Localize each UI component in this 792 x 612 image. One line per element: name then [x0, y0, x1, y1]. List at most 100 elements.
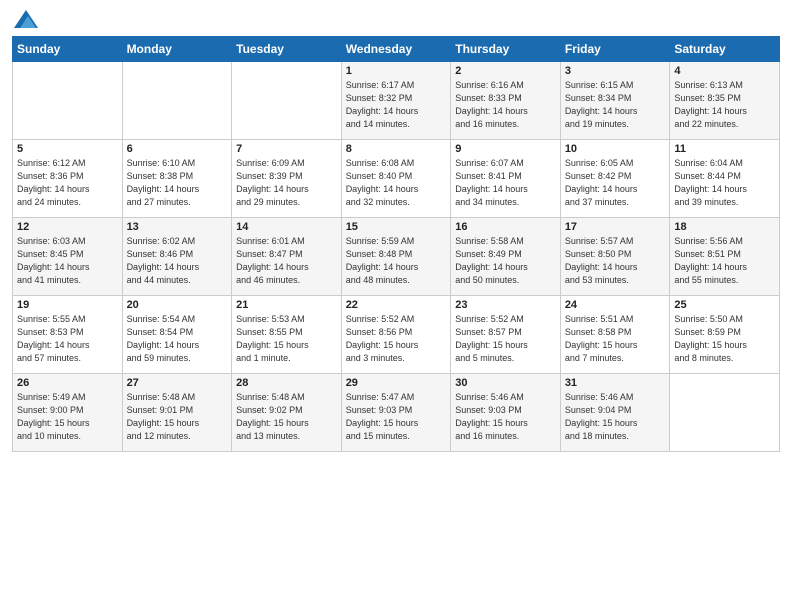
day-info: Sunrise: 5:48 AMSunset: 9:02 PMDaylight:…	[236, 391, 337, 443]
calendar-cell: 1 Sunrise: 6:17 AMSunset: 8:32 PMDaylight…	[341, 62, 451, 140]
calendar-cell: 24Sunrise: 5:51 AMSunset: 8:58 PMDayligh…	[560, 296, 670, 374]
day-number: 17	[565, 221, 666, 233]
calendar-cell: 29 Sunrise: 5:47 AMSunset: 9:03 PMDayligh…	[341, 374, 451, 452]
calendar-cell: 8 Sunrise: 6:08 AMSunset: 8:40 PMDaylight…	[341, 140, 451, 218]
day-number: 11	[674, 143, 775, 155]
day-number: 2	[455, 65, 556, 77]
day-number: 19	[17, 299, 118, 311]
day-number: 18	[674, 221, 775, 233]
day-number: 3	[565, 65, 666, 77]
calendar-cell	[13, 62, 123, 140]
day-number: 16	[455, 221, 556, 233]
calendar-cell: 11 Sunrise: 6:04 AMSunset: 8:44 PMDayligh…	[670, 140, 780, 218]
day-number: 9	[455, 143, 556, 155]
day-number: 13	[127, 221, 228, 233]
calendar-cell: 16Sunrise: 5:58 AMSunset: 8:49 PMDayligh…	[451, 218, 561, 296]
calendar-week-row: 26 Sunrise: 5:49 AMSunset: 9:00 PMDayligh…	[13, 374, 780, 452]
day-info: Sunrise: 5:57 AMSunset: 8:50 PMDaylight:…	[565, 235, 666, 287]
day-number: 12	[17, 221, 118, 233]
day-number: 6	[127, 143, 228, 155]
day-info: Sunrise: 5:49 AMSunset: 9:00 PMDaylight:…	[17, 391, 118, 443]
day-info: Sunrise: 6:10 AMSunset: 8:38 PMDaylight:…	[127, 157, 228, 209]
logo-icon	[14, 10, 38, 28]
calendar-cell: 28 Sunrise: 5:48 AMSunset: 9:02 PMDayligh…	[232, 374, 342, 452]
day-info: Sunrise: 6:16 AMSunset: 8:33 PMDaylight:…	[455, 79, 556, 131]
calendar-cell: 13 Sunrise: 6:02 AMSunset: 8:46 PMDayligh…	[122, 218, 232, 296]
day-info: Sunrise: 6:15 AMSunset: 8:34 PMDaylight:…	[565, 79, 666, 131]
calendar-cell: 27 Sunrise: 5:48 AMSunset: 9:01 PMDayligh…	[122, 374, 232, 452]
day-number: 22	[346, 299, 447, 311]
calendar-cell: 20Sunrise: 5:54 AMSunset: 8:54 PMDayligh…	[122, 296, 232, 374]
day-number: 8	[346, 143, 447, 155]
calendar-table: SundayMondayTuesdayWednesdayThursdayFrid…	[12, 36, 780, 452]
day-info: Sunrise: 6:04 AMSunset: 8:44 PMDaylight:…	[674, 157, 775, 209]
day-info: Sunrise: 6:05 AMSunset: 8:42 PMDaylight:…	[565, 157, 666, 209]
calendar-cell: 19Sunrise: 5:55 AMSunset: 8:53 PMDayligh…	[13, 296, 123, 374]
day-number: 21	[236, 299, 337, 311]
day-info: Sunrise: 6:08 AMSunset: 8:40 PMDaylight:…	[346, 157, 447, 209]
day-info: Sunrise: 5:46 AMSunset: 9:03 PMDaylight:…	[455, 391, 556, 443]
day-info: Sunrise: 5:59 AMSunset: 8:48 PMDaylight:…	[346, 235, 447, 287]
day-number: 1	[346, 65, 447, 77]
day-number: 7	[236, 143, 337, 155]
day-info: Sunrise: 6:17 AMSunset: 8:32 PMDaylight:…	[346, 79, 447, 131]
day-number: 24	[565, 299, 666, 311]
day-header-tuesday: Tuesday	[232, 37, 342, 62]
calendar-header-row: SundayMondayTuesdayWednesdayThursdayFrid…	[13, 37, 780, 62]
calendar-cell: 26 Sunrise: 5:49 AMSunset: 9:00 PMDayligh…	[13, 374, 123, 452]
day-number: 28	[236, 377, 337, 389]
day-info: Sunrise: 6:09 AMSunset: 8:39 PMDaylight:…	[236, 157, 337, 209]
day-info: Sunrise: 5:50 AMSunset: 8:59 PMDaylight:…	[674, 313, 775, 365]
day-info: Sunrise: 6:13 AMSunset: 8:35 PMDaylight:…	[674, 79, 775, 131]
day-info: Sunrise: 6:07 AMSunset: 8:41 PMDaylight:…	[455, 157, 556, 209]
day-header-thursday: Thursday	[451, 37, 561, 62]
calendar-cell: 6 Sunrise: 6:10 AMSunset: 8:38 PMDaylight…	[122, 140, 232, 218]
calendar-cell: 14 Sunrise: 6:01 AMSunset: 8:47 PMDayligh…	[232, 218, 342, 296]
day-info: Sunrise: 6:03 AMSunset: 8:45 PMDaylight:…	[17, 235, 118, 287]
day-info: Sunrise: 6:12 AMSunset: 8:36 PMDaylight:…	[17, 157, 118, 209]
calendar-cell: 22 Sunrise: 5:52 AMSunset: 8:56 PMDayligh…	[341, 296, 451, 374]
day-number: 23	[455, 299, 556, 311]
day-header-monday: Monday	[122, 37, 232, 62]
day-number: 27	[127, 377, 228, 389]
calendar-cell: 10Sunrise: 6:05 AMSunset: 8:42 PMDayligh…	[560, 140, 670, 218]
day-info: Sunrise: 5:48 AMSunset: 9:01 PMDaylight:…	[127, 391, 228, 443]
calendar-cell	[232, 62, 342, 140]
day-number: 25	[674, 299, 775, 311]
day-header-saturday: Saturday	[670, 37, 780, 62]
day-number: 20	[127, 299, 228, 311]
day-info: Sunrise: 5:47 AMSunset: 9:03 PMDaylight:…	[346, 391, 447, 443]
calendar-cell: 18 Sunrise: 5:56 AMSunset: 8:51 PMDayligh…	[670, 218, 780, 296]
day-info: Sunrise: 6:02 AMSunset: 8:46 PMDaylight:…	[127, 235, 228, 287]
calendar-cell: 21 Sunrise: 5:53 AMSunset: 8:55 PMDayligh…	[232, 296, 342, 374]
calendar-cell: 7 Sunrise: 6:09 AMSunset: 8:39 PMDaylight…	[232, 140, 342, 218]
day-number: 4	[674, 65, 775, 77]
calendar-cell	[670, 374, 780, 452]
calendar-week-row: 1 Sunrise: 6:17 AMSunset: 8:32 PMDaylight…	[13, 62, 780, 140]
day-number: 29	[346, 377, 447, 389]
day-number: 31	[565, 377, 666, 389]
day-info: Sunrise: 5:46 AMSunset: 9:04 PMDaylight:…	[565, 391, 666, 443]
day-header-wednesday: Wednesday	[341, 37, 451, 62]
day-info: Sunrise: 5:52 AMSunset: 8:57 PMDaylight:…	[455, 313, 556, 365]
day-header-sunday: Sunday	[13, 37, 123, 62]
day-header-friday: Friday	[560, 37, 670, 62]
day-info: Sunrise: 6:01 AMSunset: 8:47 PMDaylight:…	[236, 235, 337, 287]
calendar-cell: 9 Sunrise: 6:07 AMSunset: 8:41 PMDaylight…	[451, 140, 561, 218]
day-info: Sunrise: 5:56 AMSunset: 8:51 PMDaylight:…	[674, 235, 775, 287]
calendar-cell: 5Sunrise: 6:12 AMSunset: 8:36 PMDaylight…	[13, 140, 123, 218]
calendar-cell: 15 Sunrise: 5:59 AMSunset: 8:48 PMDayligh…	[341, 218, 451, 296]
day-number: 14	[236, 221, 337, 233]
calendar-cell: 12 Sunrise: 6:03 AMSunset: 8:45 PMDayligh…	[13, 218, 123, 296]
calendar-week-row: 12 Sunrise: 6:03 AMSunset: 8:45 PMDayligh…	[13, 218, 780, 296]
header	[12, 10, 780, 28]
calendar-cell: 30Sunrise: 5:46 AMSunset: 9:03 PMDayligh…	[451, 374, 561, 452]
calendar-cell: 17 Sunrise: 5:57 AMSunset: 8:50 PMDayligh…	[560, 218, 670, 296]
calendar-cell: 31 Sunrise: 5:46 AMSunset: 9:04 PMDayligh…	[560, 374, 670, 452]
day-info: Sunrise: 5:53 AMSunset: 8:55 PMDaylight:…	[236, 313, 337, 365]
day-number: 15	[346, 221, 447, 233]
calendar-cell: 23 Sunrise: 5:52 AMSunset: 8:57 PMDayligh…	[451, 296, 561, 374]
day-number: 26	[17, 377, 118, 389]
calendar-cell: 2 Sunrise: 6:16 AMSunset: 8:33 PMDaylight…	[451, 62, 561, 140]
day-info: Sunrise: 5:52 AMSunset: 8:56 PMDaylight:…	[346, 313, 447, 365]
